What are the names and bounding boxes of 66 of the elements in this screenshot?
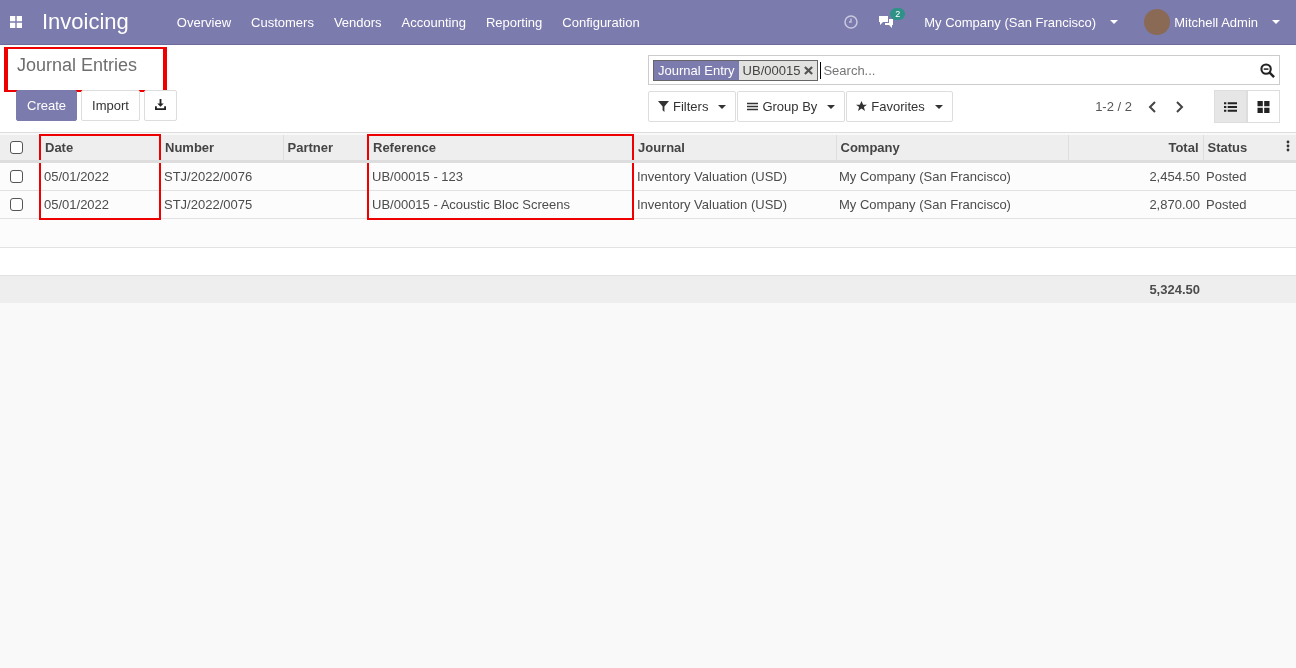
- table-cell: Posted: [1206, 168, 1247, 184]
- table-cell: UB/00015 - 123: [372, 168, 464, 184]
- filters-dropdown[interactable]: Filters: [648, 91, 737, 122]
- menu-item[interactable]: Vendors: [323, 14, 392, 30]
- table-cell: My Company (San Francisco): [839, 168, 1011, 184]
- create-button[interactable]: Create: [16, 90, 78, 121]
- column-header[interactable]: Company: [836, 135, 1068, 161]
- table-cell: STJ/2022/0076: [164, 168, 253, 184]
- column-header[interactable]: Partner: [283, 135, 368, 161]
- list-lines-icon: [747, 101, 759, 112]
- download-button[interactable]: [143, 90, 177, 121]
- facet-label: Journal Entry: [654, 60, 739, 80]
- kanban-view-button[interactable]: [1247, 90, 1280, 123]
- star-icon: [856, 101, 868, 112]
- table-cell: Inventory Valuation (USD): [637, 168, 788, 184]
- table-cell: STJ/2022/0075: [164, 196, 253, 212]
- table-cell: 05/01/2022: [44, 196, 110, 212]
- column-header[interactable]: Total: [1068, 135, 1203, 161]
- total-sum: 5,324.50: [1149, 281, 1200, 297]
- row-checkbox[interactable]: [10, 197, 23, 211]
- caret-icon: [1272, 20, 1280, 24]
- caret-icon: [1110, 20, 1119, 24]
- group-by-dropdown[interactable]: Group By: [737, 91, 846, 122]
- caret-icon: [718, 104, 727, 109]
- table-cell: 2,454.50: [1149, 168, 1200, 184]
- menu-item[interactable]: Reporting: [475, 14, 553, 30]
- grid-view-icon: [1257, 100, 1270, 113]
- table-cell: UB/00015 - Acoustic Bloc Screens: [372, 196, 570, 212]
- download-icon: [154, 99, 166, 110]
- column-header[interactable]: Number: [160, 135, 283, 161]
- chevron-left-icon[interactable]: [1148, 100, 1157, 113]
- list-view-icon: [1224, 100, 1237, 113]
- column-header[interactable]: Status: [1203, 135, 1280, 161]
- column-header[interactable]: Journal: [633, 135, 836, 161]
- caret-icon: [934, 104, 943, 109]
- close-icon[interactable]: [804, 65, 814, 75]
- favorites-dropdown[interactable]: Favorites: [846, 91, 953, 122]
- company-switcher[interactable]: My Company (San Francisco): [924, 14, 1119, 30]
- list-view-button[interactable]: [1214, 90, 1247, 123]
- column-header[interactable]: Date: [40, 135, 160, 161]
- user-menu[interactable]: Mitchell Admin: [1174, 14, 1280, 30]
- avatar: [1144, 9, 1171, 35]
- chat-icon[interactable]: [878, 15, 895, 29]
- app-title: Invoicing: [42, 9, 129, 35]
- row-checkbox[interactable]: [10, 169, 23, 183]
- table-cell: 05/01/2022: [44, 168, 110, 184]
- menu-item[interactable]: Customers: [241, 14, 324, 30]
- apps-menu-icon[interactable]: [10, 16, 22, 28]
- facet-value: UB/00015: [742, 62, 801, 78]
- table-cell: My Company (San Francisco): [839, 196, 1011, 212]
- column-header[interactable]: Reference: [368, 135, 633, 161]
- table-cell: Posted: [1206, 196, 1247, 212]
- message-count-badge: 2: [890, 8, 906, 20]
- table-cell: Inventory Valuation (USD): [637, 196, 788, 212]
- select-all-checkbox[interactable]: [10, 140, 23, 154]
- table-cell: 2,870.00: [1149, 196, 1200, 212]
- pager-text: 1-2 / 2: [1095, 99, 1132, 114]
- menu-item[interactable]: Overview: [166, 14, 242, 30]
- menu-item[interactable]: Configuration: [552, 14, 650, 30]
- filter-icon: [658, 101, 669, 112]
- search-bar[interactable]: Journal Entry UB/00015 Search...: [648, 55, 1280, 85]
- menu-item[interactable]: Accounting: [391, 14, 476, 30]
- chevron-right-icon[interactable]: [1175, 100, 1184, 113]
- import-button[interactable]: Import: [81, 90, 140, 121]
- caret-icon: [827, 104, 836, 109]
- search-icon[interactable]: [1260, 62, 1275, 78]
